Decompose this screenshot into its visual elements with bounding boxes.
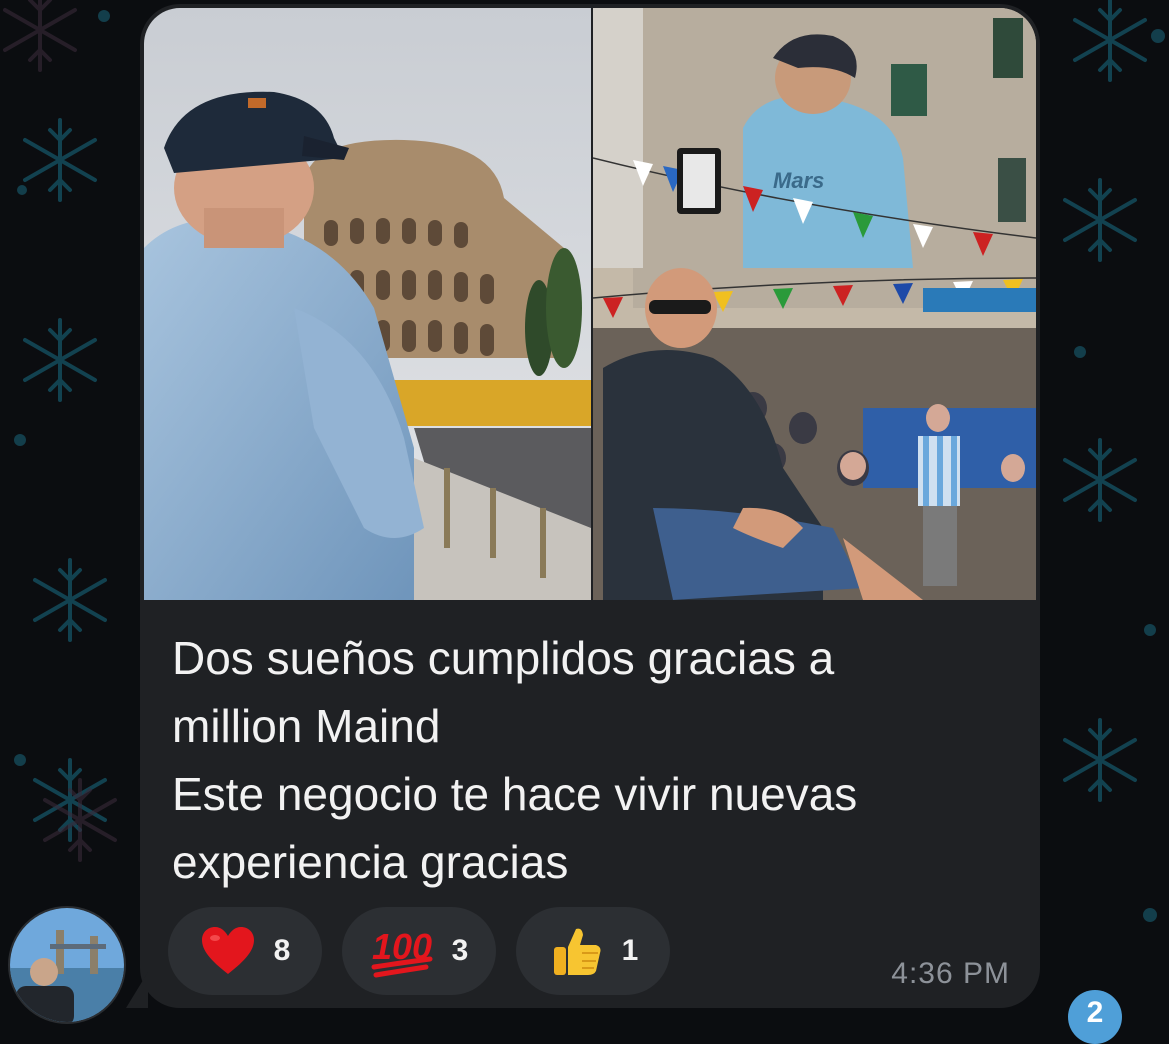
unread-count: 2 [1086, 996, 1104, 1029]
reaction-count: 8 [273, 934, 291, 967]
thumbs-up-icon [553, 928, 601, 975]
message-caption: Dos sueños cumplidos gracias a million M… [172, 624, 1012, 896]
caption-line: experiencia gracias [172, 836, 569, 888]
caption-line: Este negocio te hace vivir nuevas [172, 768, 858, 820]
hundred-points-icon: 100 [371, 926, 433, 978]
mural-street-photo: Mars [593, 8, 1036, 600]
reaction-count: 3 [451, 934, 469, 967]
heart-icon [201, 927, 254, 974]
reaction-heart[interactable]: 8 [168, 907, 322, 995]
photo-colosseum[interactable] [144, 8, 591, 600]
bubble-tail [126, 972, 148, 1008]
message-bubble[interactable]: Mars Dos sueños cumplidos gracias a mill… [140, 4, 1040, 1008]
reaction-thumbs-up[interactable]: 1 [516, 907, 670, 995]
photo-maradona-mural[interactable]: Mars [593, 8, 1036, 600]
unread-count-badge[interactable]: 2 [1068, 990, 1122, 1044]
colosseum-photo [144, 8, 591, 600]
sender-avatar[interactable] [8, 906, 126, 1024]
photo-album[interactable]: Mars [140, 4, 1040, 600]
reaction-count: 1 [621, 934, 639, 967]
message-timestamp: 4:36 PM [891, 957, 1010, 990]
avatar-photo [10, 908, 124, 1022]
reactions-bar: 8 100 3 1 [168, 907, 670, 997]
caption-line: Dos sueños cumplidos gracias a [172, 632, 835, 684]
reaction-hundred[interactable]: 100 3 [342, 907, 496, 995]
svg-text:Mars: Mars [773, 168, 824, 193]
caption-line: million Maind [172, 700, 441, 752]
